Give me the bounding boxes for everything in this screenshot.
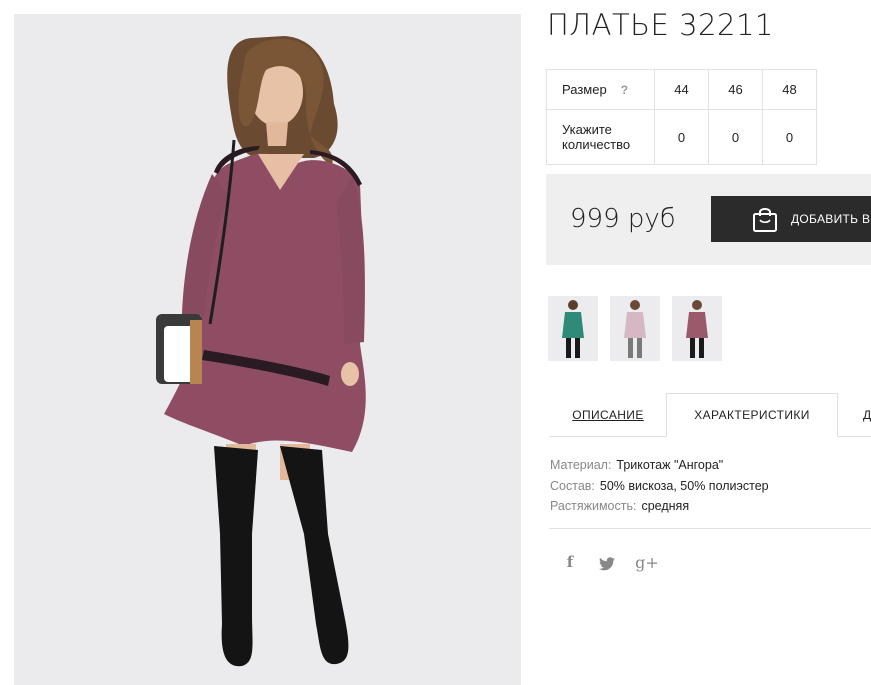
spec-material: Материал: Трикотаж "Ангора" <box>550 455 769 476</box>
thumbnail-pink-image <box>624 300 646 358</box>
size-label-cell: Размер? <box>546 69 655 110</box>
spec-key: Растяжимость: <box>550 499 637 513</box>
spec-value: средняя <box>641 499 690 513</box>
size-label: Размер <box>562 82 607 97</box>
quantity-input-48[interactable]: 0 <box>762 109 817 165</box>
thumbnail-mauve[interactable] <box>672 296 722 361</box>
tab-delivery[interactable]: Д <box>838 393 871 436</box>
spec-key: Материал: <box>550 458 612 472</box>
twitter-icon[interactable] <box>596 553 618 575</box>
size-row: Размер? 44 46 48 <box>546 69 817 110</box>
size-help-icon[interactable]: ? <box>621 83 628 97</box>
divider <box>549 528 871 529</box>
quantity-input-44[interactable]: 0 <box>654 109 709 165</box>
product-main-image[interactable] <box>14 14 521 685</box>
tab-characteristics[interactable]: ХАРАКТЕРИСТИКИ <box>666 393 838 437</box>
spec-stretch: Растяжимость: средняя <box>550 496 769 517</box>
characteristics-list: Материал: Трикотаж "Ангора" Состав: 50% ви… <box>550 455 769 517</box>
spec-composition: Состав: 50% вискоза, 50% полиэстер <box>550 476 769 497</box>
tab-description[interactable]: ОПИСАНИЕ <box>549 393 667 436</box>
thumbnail-pink[interactable] <box>610 296 660 361</box>
thumbnail-mauve-image <box>686 300 708 358</box>
size-44: 44 <box>654 69 709 110</box>
size-quantity-table: Размер? 44 46 48 Укажите количество 0 0 … <box>546 69 817 165</box>
spec-value: Трикотаж "Ангора" <box>616 458 724 472</box>
add-to-cart-button[interactable]: ДОБАВИТЬ В <box>711 196 871 242</box>
product-price: 999 руб <box>570 204 676 234</box>
add-to-cart-label: ДОБАВИТЬ В <box>791 212 871 226</box>
quantity-row: Укажите количество 0 0 0 <box>546 109 817 165</box>
model-illustration <box>156 36 366 667</box>
twitter-bird-shape <box>599 557 615 571</box>
thumbnail-teal[interactable] <box>548 296 598 361</box>
size-48: 48 <box>762 69 817 110</box>
thumbnail-teal-image <box>562 300 584 358</box>
price-box: 999 руб ДОБАВИТЬ В <box>546 174 871 265</box>
product-title: ПЛАТЬЕ 32211 <box>547 8 774 42</box>
shopping-bag-icon <box>753 208 777 232</box>
spec-value: 50% вискоза, 50% полиэстер <box>599 478 769 493</box>
quantity-label: Укажите количество <box>546 109 655 165</box>
size-46: 46 <box>708 69 763 110</box>
facebook-icon[interactable]: f <box>559 553 581 575</box>
google-plus-icon[interactable]: g+ <box>634 553 660 575</box>
quantity-input-46[interactable]: 0 <box>708 109 763 165</box>
spec-key: Состав: <box>550 478 595 493</box>
